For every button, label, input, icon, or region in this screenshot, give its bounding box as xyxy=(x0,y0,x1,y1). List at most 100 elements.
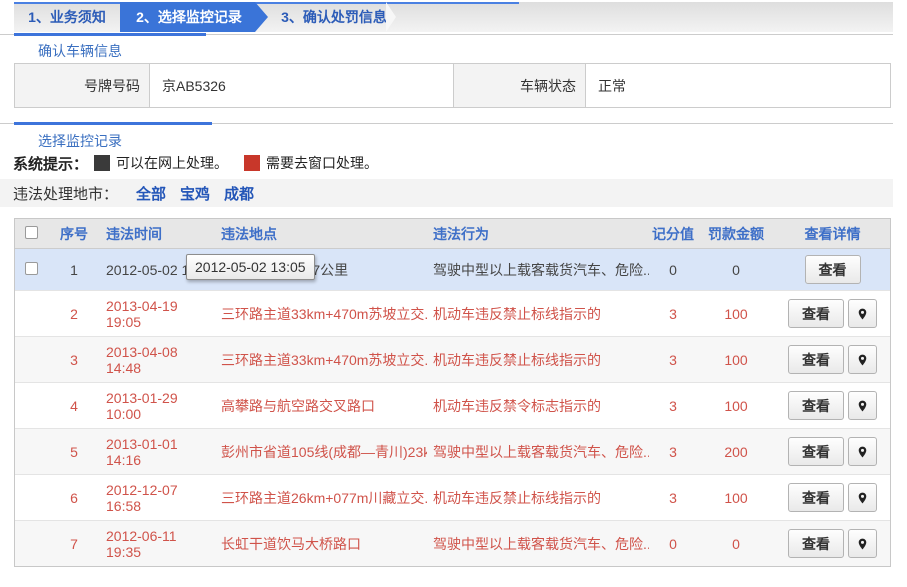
table-row[interactable]: 5 2013-01-01 14:16 彭州市省道105线(成都—青川)23k..… xyxy=(15,428,890,474)
table-row[interactable]: 4 2013-01-29 10:00 高攀路与航空路交叉路口 机动车违反禁令标志… xyxy=(15,382,890,428)
violation-time: 2012-05-02 1 xyxy=(106,262,189,278)
step-confirm-penalty[interactable]: 3、确认处罚信息 xyxy=(268,2,400,32)
view-button[interactable]: 查看 xyxy=(788,483,844,512)
points-value: 3 xyxy=(669,352,677,368)
location-pin-button[interactable] xyxy=(848,437,877,466)
view-button[interactable]: 查看 xyxy=(788,299,844,328)
step-divider-chevron xyxy=(386,2,396,32)
row-number: 3 xyxy=(70,352,78,368)
time-tooltip: 2012-05-02 13:05 xyxy=(186,254,315,280)
map-pin-icon xyxy=(856,352,869,368)
plate-number-value: 京AB5326 xyxy=(150,64,454,107)
map-pin-icon xyxy=(856,536,869,552)
online-legend-label: 可以在网上处理。 xyxy=(116,153,228,173)
violation-location: 高攀路与航空路交叉路口 xyxy=(221,398,375,414)
violation-behavior: 驾驶中型以上载客载货汽车、危险... xyxy=(433,444,649,460)
step-select-records[interactable]: 2、选择监控记录 xyxy=(120,2,268,32)
header-violation-location: 违法地点 xyxy=(215,224,427,244)
fine-amount: 100 xyxy=(724,398,747,414)
map-pin-icon xyxy=(856,398,869,414)
header-violation-behavior: 违法行为 xyxy=(427,224,649,244)
points-value: 3 xyxy=(669,490,677,506)
header-fine: 罚款金额 xyxy=(697,224,775,244)
vehicle-info-table: 号牌号码 京AB5326 车辆状态 正常 xyxy=(14,63,891,108)
row-checkbox[interactable] xyxy=(25,262,38,275)
violation-behavior: 驾驶中型以上载客载货汽车、危险... xyxy=(433,262,649,278)
view-button[interactable]: 查看 xyxy=(788,391,844,420)
row-number: 1 xyxy=(70,262,78,278)
location-pin-button[interactable] xyxy=(848,345,877,374)
violation-time: 2013-04-08 14:48 xyxy=(106,344,178,376)
violation-location: 长虹干道饮马大桥路口 xyxy=(221,536,361,552)
violation-behavior: 机动车违反禁令标志指示的 xyxy=(433,398,601,414)
vehicle-status-label: 车辆状态 xyxy=(454,64,586,107)
row-number: 4 xyxy=(70,398,78,414)
location-pin-button[interactable] xyxy=(848,391,877,420)
map-pin-icon xyxy=(856,444,869,460)
fine-amount: 0 xyxy=(732,536,740,552)
system-hint-prefix: 系统提示： xyxy=(13,153,88,174)
city-filter-bar: 违法处理地市： 全部 宝鸡 成都 xyxy=(0,179,893,207)
violation-behavior: 机动车违反禁止标线指示的 xyxy=(433,352,601,368)
location-pin-button[interactable] xyxy=(848,483,877,512)
points-value: 3 xyxy=(669,398,677,414)
location-pin-button[interactable] xyxy=(848,299,877,328)
vehicle-section-title: 确认车辆信息 xyxy=(38,41,122,61)
view-button[interactable]: 查看 xyxy=(788,529,844,558)
violation-behavior: 机动车违反禁止标线指示的 xyxy=(433,306,601,322)
header-no: 序号 xyxy=(51,224,97,244)
view-button[interactable]: 查看 xyxy=(788,345,844,374)
violation-location: 三环路主道33km+470m苏坡立交... xyxy=(221,352,427,368)
violation-time: 2013-01-29 10:00 xyxy=(106,390,178,422)
table-body: 1 2012-05-02 1 2157公里 驾驶中型以上载客载货汽车、危险...… xyxy=(15,249,890,566)
violation-records-table: 序号 违法时间 违法地点 违法行为 记分值 罚款金额 查看详情 1 2012-0… xyxy=(14,218,891,567)
fine-amount: 100 xyxy=(724,352,747,368)
system-hint: 系统提示： 可以在网上处理。 需要去窗口处理。 xyxy=(13,153,378,173)
violation-time: 2012-12-07 16:58 xyxy=(106,482,178,514)
step-navigation: 1、业务须知 2、选择监控记录 3、确认处罚信息 xyxy=(14,2,893,32)
violation-time: 2013-04-19 19:05 xyxy=(106,298,178,330)
city-filter-baoji[interactable]: 宝鸡 xyxy=(180,183,210,204)
table-row[interactable]: 7 2012-06-11 19:35 长虹干道饮马大桥路口 驾驶中型以上载客载货… xyxy=(15,520,890,566)
table-header: 序号 违法时间 违法地点 违法行为 记分值 罚款金额 查看详情 xyxy=(15,219,890,249)
fine-amount: 100 xyxy=(724,490,747,506)
violation-location: 三环路主道33km+470m苏坡立交... xyxy=(221,306,427,322)
header-violation-time: 违法时间 xyxy=(97,224,215,244)
map-pin-icon xyxy=(856,490,869,506)
points-value: 0 xyxy=(669,536,677,552)
points-value: 0 xyxy=(669,262,677,278)
records-section-title: 选择监控记录 xyxy=(38,131,122,151)
violation-behavior: 驾驶中型以上载客载货汽车、危险... xyxy=(433,536,649,552)
map-pin-icon xyxy=(856,306,869,322)
city-filter-label: 违法处理地市： xyxy=(13,183,118,204)
row-number: 7 xyxy=(70,536,78,552)
row-number: 2 xyxy=(70,306,78,322)
online-legend-square xyxy=(94,155,110,171)
table-row[interactable]: 6 2012-12-07 16:58 三环路主道26km+077m川藏立交...… xyxy=(15,474,890,520)
select-all-checkbox[interactable] xyxy=(25,226,38,239)
view-button[interactable]: 查看 xyxy=(788,437,844,466)
violation-behavior: 机动车违反禁止标线指示的 xyxy=(433,490,601,506)
table-row[interactable]: 2 2013-04-19 19:05 三环路主道33km+470m苏坡立交...… xyxy=(15,290,890,336)
view-button[interactable]: 查看 xyxy=(805,255,861,284)
table-row[interactable]: 3 2013-04-08 14:48 三环路主道33km+470m苏坡立交...… xyxy=(15,336,890,382)
city-filter-chengdu[interactable]: 成都 xyxy=(224,183,254,204)
table-row[interactable]: 1 2012-05-02 1 2157公里 驾驶中型以上载客载货汽车、危险...… xyxy=(15,249,890,290)
records-tab-underline xyxy=(14,122,212,125)
points-value: 3 xyxy=(669,306,677,322)
window-legend-square xyxy=(244,155,260,171)
violation-time: 2012-06-11 19:35 xyxy=(106,528,177,560)
vehicle-tab-underline xyxy=(14,33,206,36)
violation-location: 三环路主道26km+077m川藏立交... xyxy=(221,490,427,506)
header-view-detail: 查看详情 xyxy=(775,224,890,244)
points-value: 3 xyxy=(669,444,677,460)
vehicle-status-value: 正常 xyxy=(586,64,890,107)
row-number: 6 xyxy=(70,490,78,506)
step-business-notice[interactable]: 1、业务须知 xyxy=(14,2,120,32)
violation-time: 2013-01-01 14:16 xyxy=(106,436,178,468)
city-filter-all[interactable]: 全部 xyxy=(136,183,166,204)
fine-amount: 100 xyxy=(724,306,747,322)
location-pin-button[interactable] xyxy=(848,529,877,558)
header-points: 记分值 xyxy=(649,224,697,244)
window-legend-label: 需要去窗口处理。 xyxy=(266,153,378,173)
